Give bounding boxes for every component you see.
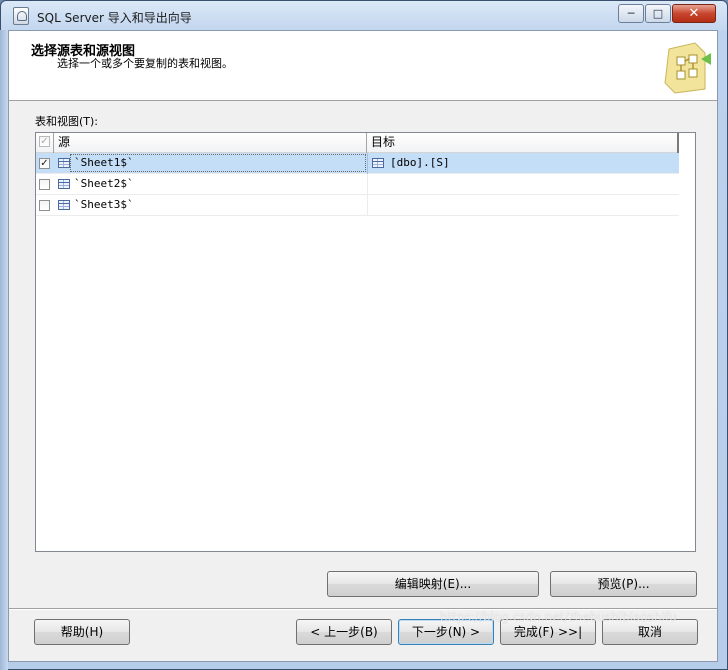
table-icon <box>58 200 70 210</box>
wizard-header: 选择源表和源视图 选择一个或多个要复制的表和视图。 <box>9 31 717 101</box>
source-name: `Sheet3$` <box>74 198 134 211</box>
table-row[interactable]: ✓ `Sheet1$` [dbo].[S] <box>36 153 679 174</box>
source-name: `Sheet1$` <box>74 156 134 169</box>
destination-name[interactable]: [dbo].[S] <box>390 156 450 169</box>
wizard-client-area: 选择源表和源视图 选择一个或多个要复制的表和视图。 表和视图(T): ✓ 源 目… <box>8 30 718 662</box>
column-divider <box>367 153 368 174</box>
table-row[interactable]: `Sheet2$` <box>36 174 679 195</box>
tables-views-label: 表和视图(T): <box>35 115 99 128</box>
preview-button[interactable]: 预览(P)... <box>550 571 697 597</box>
close-button[interactable]: ✕ <box>672 4 716 23</box>
minimize-button[interactable]: ─ <box>618 4 644 23</box>
column-divider <box>367 195 368 216</box>
tables-views-grid[interactable]: ✓ 源 目标 ✓ `Sheet1$` [dbo].[S] `Sheet2$` `… <box>35 132 696 552</box>
wizard-table-icon <box>664 42 711 94</box>
edit-mappings-button[interactable]: 编辑映射(E)... <box>327 571 539 597</box>
page-subtitle: 选择一个或多个要复制的表和视图。 <box>57 57 233 70</box>
table-icon <box>58 158 70 168</box>
row-checkbox[interactable] <box>39 200 50 211</box>
table-icon <box>58 179 70 189</box>
table-row[interactable]: `Sheet3$` <box>36 195 679 216</box>
title-bar[interactable]: SQL Server 导入和导出向导 ─ □ ✕ <box>1 1 727 31</box>
column-header-destination[interactable]: 目标 <box>367 133 679 153</box>
select-all-checkbox[interactable]: ✓ <box>39 136 50 147</box>
grid-header: ✓ 源 目标 <box>36 133 679 153</box>
column-header-source[interactable]: 源 <box>54 133 367 153</box>
window-title: SQL Server 导入和导出向导 <box>37 11 192 25</box>
header-select-all[interactable]: ✓ <box>36 133 54 153</box>
app-icon <box>13 7 29 25</box>
source-name: `Sheet2$` <box>74 177 134 190</box>
help-button[interactable]: 帮助(H) <box>34 619 130 645</box>
column-divider <box>367 174 368 195</box>
row-checkbox[interactable] <box>39 179 50 190</box>
window-border <box>0 30 8 670</box>
table-icon <box>372 158 384 168</box>
back-button[interactable]: < 上一步(B) <box>296 619 392 645</box>
row-checkbox[interactable]: ✓ <box>39 158 50 169</box>
maximize-button[interactable]: □ <box>645 4 671 23</box>
watermark-text: https://blog.csdn.net/zhebushibiaoshifu <box>440 610 677 624</box>
